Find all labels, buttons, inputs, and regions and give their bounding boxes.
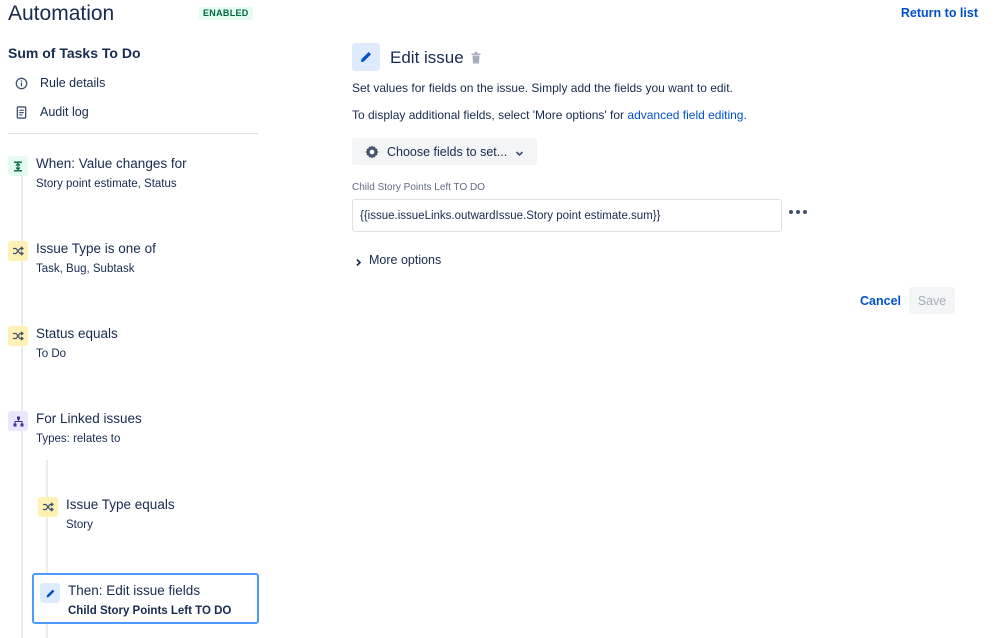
condition-icon — [8, 241, 28, 261]
pencil-icon — [40, 583, 60, 603]
description-text: To display additional fields, select 'Mo… — [352, 108, 628, 122]
step-subtitle: Types: relates to — [36, 433, 121, 445]
step-action-edit-issue[interactable]: Then: Edit issue fields Child Story Poin… — [32, 573, 259, 624]
step-subtitle: To Do — [36, 348, 67, 360]
page-title: Automation — [8, 2, 115, 25]
gear-icon — [364, 144, 380, 160]
rule-details-label: Rule details — [40, 76, 106, 90]
step-trigger[interactable]: When: Value changes for Story point esti… — [8, 155, 187, 192]
choose-fields-label: Choose fields to set... — [387, 144, 508, 159]
step-title: For Linked issues — [36, 411, 142, 426]
save-button[interactable]: Save — [909, 287, 955, 314]
more-options-label: More options — [369, 253, 442, 267]
step-condition-issue-type[interactable]: Issue Type is one of Task, Bug, Subtask — [8, 240, 156, 277]
step-branch-linked-issues[interactable]: For Linked issues Types: relates to — [8, 410, 142, 447]
return-to-list-link[interactable]: Return to list — [901, 6, 978, 20]
step-title: Issue Type is one of — [36, 241, 156, 256]
panel-description-advanced: To display additional fields, select 'Mo… — [352, 108, 747, 122]
panel-title: Edit issue — [390, 48, 464, 67]
panel-description: Set values for fields on the issue. Simp… — [352, 81, 733, 95]
trash-icon[interactable] — [471, 51, 483, 65]
condition-icon — [8, 326, 28, 346]
field-label: Child Story Points Left TO DO — [352, 182, 486, 193]
status-badge: ENABLED — [199, 7, 253, 20]
chevron-right-icon — [354, 256, 363, 266]
chevron-down-icon — [515, 147, 524, 157]
pencil-icon — [352, 43, 380, 71]
document-icon — [14, 105, 28, 119]
step-subtitle: Task, Bug, Subtask — [36, 263, 135, 275]
step-title: Issue Type equals — [66, 497, 175, 512]
rule-name: Sum of Tasks To Do — [8, 45, 141, 61]
step-title: Then: Edit issue fields — [68, 583, 201, 598]
more-actions-icon[interactable] — [789, 205, 807, 219]
trigger-icon — [8, 156, 28, 176]
rule-details-link[interactable]: Rule details — [14, 73, 105, 93]
step-title: Status equals — [36, 326, 118, 341]
sidebar-divider — [8, 133, 258, 134]
child-story-points-field[interactable] — [352, 199, 782, 232]
branch-icon — [8, 411, 28, 431]
step-subtitle: Story point estimate, Status — [36, 178, 177, 190]
advanced-field-editing-link[interactable]: advanced field editing. — [627, 108, 746, 122]
step-condition-status[interactable]: Status equals To Do — [8, 325, 118, 362]
choose-fields-button[interactable]: Choose fields to set... — [352, 138, 537, 165]
audit-log-link[interactable]: Audit log — [14, 102, 89, 122]
step-subtitle: Story — [66, 519, 93, 531]
step-title: When: Value changes for — [36, 156, 187, 171]
more-options-toggle[interactable]: More options — [354, 253, 441, 267]
audit-log-label: Audit log — [40, 105, 89, 119]
step-subtitle: Child Story Points Left TO DO — [68, 605, 232, 617]
step-condition-issue-type-story[interactable]: Issue Type equals Story — [38, 496, 175, 533]
condition-icon — [38, 497, 58, 517]
cancel-button[interactable]: Cancel — [852, 287, 909, 314]
info-icon — [14, 76, 28, 90]
